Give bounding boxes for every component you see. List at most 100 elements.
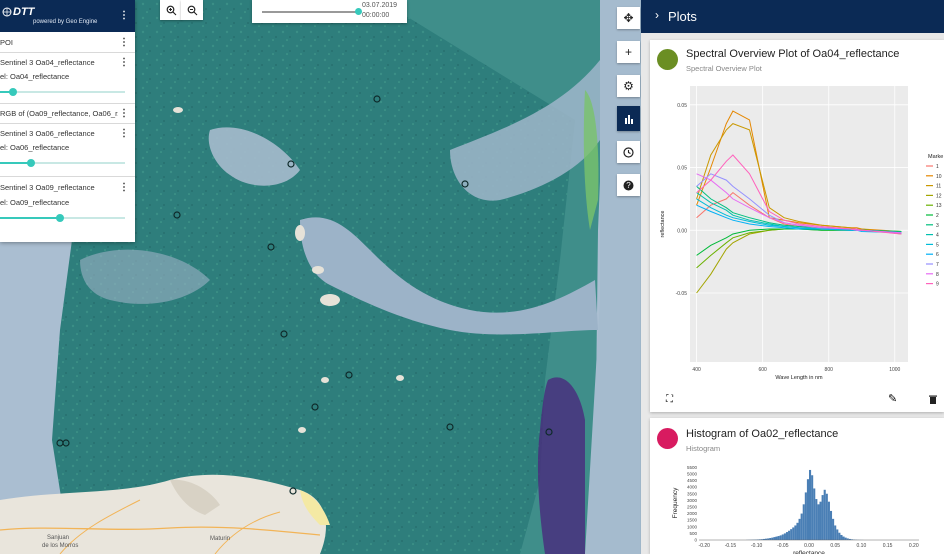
histogram-bar (815, 499, 818, 540)
x-tick-label: 800 (825, 367, 834, 373)
layer-title: Sentinel 3 Oa09_reflectance (0, 183, 95, 192)
time-slider-handle[interactable] (355, 8, 362, 15)
x-tick-label: -0.10 (751, 543, 763, 549)
histogram-bar (827, 501, 830, 540)
layer-menu-icon[interactable]: ⋮ (119, 129, 129, 139)
histogram-bar (781, 534, 784, 540)
histogram-bar (838, 532, 841, 540)
add-icon: + (624, 45, 632, 59)
plot-avatar (657, 428, 678, 449)
histogram-bar (790, 529, 793, 540)
clock-icon (623, 146, 634, 158)
plots-button[interactable] (617, 106, 640, 131)
zoom-in-button[interactable] (160, 0, 182, 20)
histogram-bar (829, 510, 833, 540)
opacity-slider[interactable] (0, 88, 125, 96)
legend-label: 5 (936, 242, 939, 248)
opacity-slider[interactable] (0, 214, 125, 222)
layer-menu-icon[interactable]: ⋮ (119, 38, 129, 48)
histogram-bar (836, 529, 839, 540)
time-slider[interactable] (262, 8, 362, 15)
legend-label: 6 (936, 252, 939, 258)
histogram-bar (777, 536, 780, 540)
app-logo-subtitle: powered by Geo Engine (33, 19, 98, 25)
y-tick-label: 0 (694, 538, 697, 543)
chevron-right-icon[interactable]: › (655, 8, 659, 22)
layer-item-oa09[interactable]: Sentinel 3 Oa09_reflectance ⋮ el: Oa09_r… (0, 177, 135, 230)
plot-subtitle: Histogram (686, 444, 721, 453)
layer-menu-icon[interactable]: ⋮ (119, 183, 129, 193)
histogram-bar (819, 501, 822, 540)
layer-panel-header: DTT powered by Geo Engine ⋮ (0, 0, 135, 32)
histogram-bar (802, 504, 805, 540)
x-tick-label: -0.20 (699, 543, 711, 549)
layers-button[interactable]: ✥ (617, 7, 640, 29)
opacity-slider[interactable] (0, 159, 125, 167)
time-selector[interactable]: 03.07.2019 00:00:00 (252, 0, 407, 23)
histogram-bar (788, 530, 791, 540)
histogram-bar (821, 495, 824, 540)
y-tick-label: 2000 (687, 511, 698, 516)
x-tick-label: 0.05 (830, 543, 840, 549)
plot-avatar (657, 49, 678, 70)
legend-label: 4 (936, 233, 939, 239)
zoom-out-button[interactable] (181, 0, 203, 20)
layer-band-label: el: Oa09_reflectance (0, 198, 70, 207)
map-place-label: de los Morros (42, 543, 79, 549)
x-tick-label: 0.20 (909, 543, 919, 549)
layer-item-rgb[interactable]: RGB of (Oa09_reflectance, Oa06_r... ⋮ (0, 104, 135, 124)
y-tick-label: 4500 (687, 478, 698, 483)
x-tick-label: 1000 (889, 367, 900, 373)
legend-label: 3 (936, 223, 939, 229)
edit-icon[interactable]: ✎ (888, 392, 897, 405)
legend-label: 2 (936, 213, 939, 219)
layer-menu-icon[interactable]: ⋮ (119, 58, 129, 68)
layer-panel: DTT powered by Geo Engine ⋮ POI ⋮ Sentin… (0, 0, 135, 242)
layer-item-poi[interactable]: POI ⋮ (0, 32, 135, 53)
layer-band-label: el: Oa04_reflectance (0, 72, 70, 81)
help-button[interactable]: ? (617, 174, 640, 196)
operators-icon: ⚙ (623, 79, 634, 93)
more-options-icon[interactable]: ⋮ (119, 11, 129, 21)
time-clock: 00:00:00 (362, 12, 390, 19)
histogram-bar (809, 469, 812, 540)
spectral-chart: 400 600 800 1000 -0.05 0.00 0.05 0.05 Wave Lengt… (660, 86, 943, 380)
legend-label: 8 (936, 272, 939, 278)
histogram-bar (798, 518, 801, 540)
histogram-bar (771, 537, 774, 540)
histogram-bar (832, 518, 835, 540)
x-axis-label: Wave Length in nm (775, 375, 823, 380)
zoom-out-icon (187, 5, 197, 15)
histogram-bar (840, 534, 843, 540)
histogram-bar (796, 522, 799, 540)
histogram-bar (834, 525, 837, 540)
histogram-bar (825, 493, 828, 540)
x-axis-label: reflectance (793, 550, 825, 554)
histogram-bar (800, 513, 803, 540)
slider-handle[interactable] (8, 88, 17, 96)
legend-title: Marke (928, 154, 943, 160)
layer-title: Sentinel 3 Oa04_reflectance (0, 58, 95, 67)
layer-item-oa04[interactable]: Sentinel 3 Oa04_reflectance ⋮ el: Oa04_r… (0, 53, 135, 104)
add-button[interactable]: + (617, 41, 640, 63)
plots-panel: › Plots Spectral Overview Plot of Oa04_r… (641, 0, 944, 554)
layer-item-oa06[interactable]: Sentinel 3 Oa06_reflectance ⋮ el: Oa06_r… (0, 124, 135, 177)
histogram-bar (773, 537, 776, 540)
fullscreen-icon[interactable]: ⛶ (666, 394, 673, 405)
y-axis-label: Frequency (672, 487, 679, 518)
slider-handle[interactable] (27, 159, 36, 167)
layer-menu-icon[interactable]: ⋮ (119, 109, 129, 119)
legend-label: 11 (936, 184, 941, 190)
y-tick-label: 0.00 (677, 228, 687, 234)
y-tick-label: 3500 (687, 491, 698, 496)
y-tick-label: -0.05 (676, 291, 688, 297)
delete-icon[interactable] (929, 395, 937, 404)
y-tick-label: 0.05 (677, 103, 687, 109)
histogram-chart: 0500100015002000250030003500400045005000… (672, 465, 919, 554)
histogram-bar (844, 537, 847, 540)
histogram-bar (806, 479, 809, 540)
operators-button[interactable]: ⚙ (617, 75, 640, 97)
plots-title: Plots (668, 9, 697, 24)
time-button[interactable] (617, 141, 640, 163)
slider-handle[interactable] (56, 214, 64, 222)
